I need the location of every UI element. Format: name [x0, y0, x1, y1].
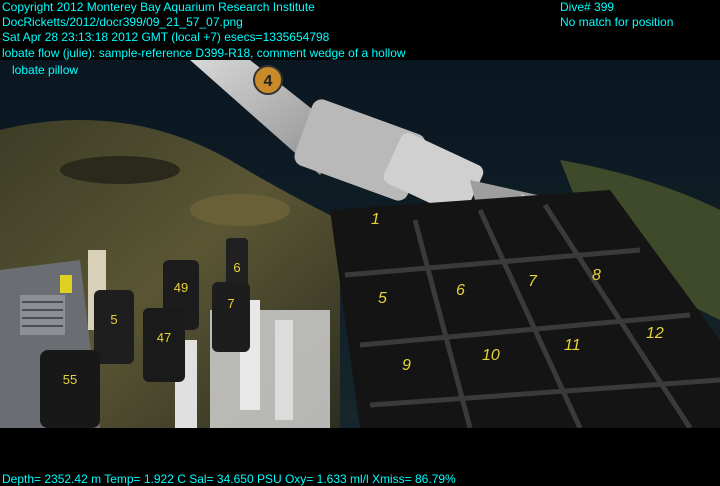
quiver-number: 8: [592, 267, 601, 284]
push-core-label: 49: [174, 280, 188, 295]
position-status-text: No match for position: [560, 15, 674, 29]
push-core-label: 55: [63, 372, 77, 387]
push-core: 47: [143, 308, 185, 382]
annotation-continuation-text: lobate pillow: [12, 63, 79, 77]
quiver-number: 1: [371, 211, 380, 228]
quiver-number: 5: [378, 290, 387, 307]
dive-number-text: Dive# 399: [560, 0, 615, 14]
push-core-label: 5: [110, 312, 117, 327]
push-core-label: 47: [157, 330, 171, 345]
quiver-number: 7: [528, 273, 538, 290]
quiver-number: 6: [456, 282, 465, 299]
push-core: 55: [40, 350, 100, 428]
scene-illustration: 4 1 5 6 7 8 9 10 11 12 6 49 5 47 7 55: [0, 60, 720, 428]
quiver-number: 10: [482, 347, 500, 364]
sensor-readout-text: Depth= 2352.42 m Temp= 1.922 C Sal= 34.6…: [2, 472, 456, 486]
video-frame: 4 1 5 6 7 8 9 10 11 12 6 49 5 47 7 55 Co…: [0, 0, 720, 486]
timestamp-text: Sat Apr 28 23:13:18 2012 GMT (local +7) …: [2, 30, 330, 44]
image-path-text: DocRicketts/2012/docr399/09_21_57_07.png: [2, 15, 243, 29]
push-core: 7: [212, 282, 250, 352]
seafloor-scene: 4 1 5 6 7 8 9 10 11 12 6 49 5 47 7 55: [0, 60, 720, 428]
lava-pillow: [190, 194, 290, 226]
lava-crack: [60, 156, 180, 184]
annotation-text: lobate flow (julie): sample-reference D3…: [2, 46, 406, 60]
push-core: 5: [94, 290, 134, 364]
quiver-number: 9: [402, 357, 411, 374]
quiver-number: 12: [646, 325, 664, 342]
push-core-label: 7: [227, 296, 234, 311]
arm-joint-label: 4: [264, 73, 273, 90]
push-core-label: 6: [233, 260, 240, 275]
copyright-text: Copyright 2012 Monterey Bay Aquarium Res…: [2, 0, 315, 14]
quiver-number: 11: [564, 337, 581, 354]
